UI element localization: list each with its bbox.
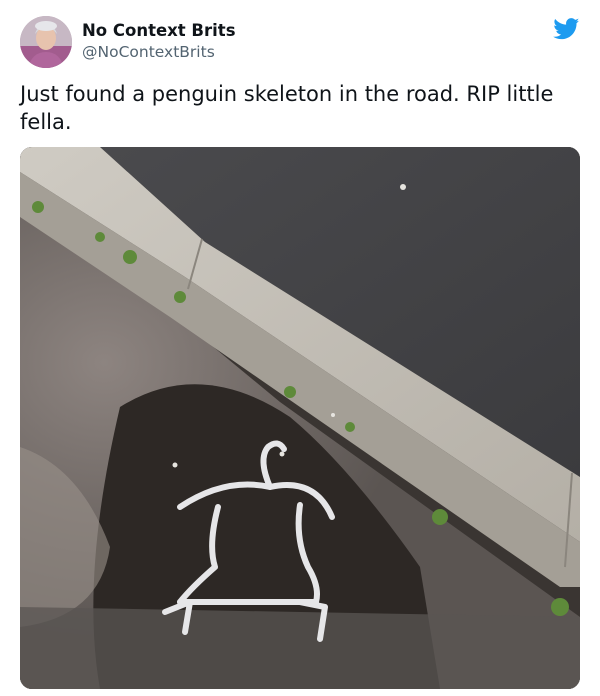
author-display-name[interactable]: No Context Brits [82, 21, 236, 41]
tweet-text: Just found a penguin skeleton in the roa… [20, 82, 554, 134]
tweet-photo[interactable] [20, 147, 580, 689]
avatar[interactable] [20, 16, 72, 68]
author-handle[interactable]: @NoContextBrits [82, 41, 236, 63]
tweet-header: No Context Brits @NoContextBrits [20, 16, 582, 70]
road-curb-photo [20, 147, 580, 689]
tweet-card: No Context Brits @NoContextBrits Just fo… [0, 0, 600, 696]
author-names: No Context Brits @NoContextBrits [82, 21, 236, 63]
avatar-portrait-icon [20, 16, 72, 68]
twitter-bird-icon[interactable] [553, 18, 580, 40]
